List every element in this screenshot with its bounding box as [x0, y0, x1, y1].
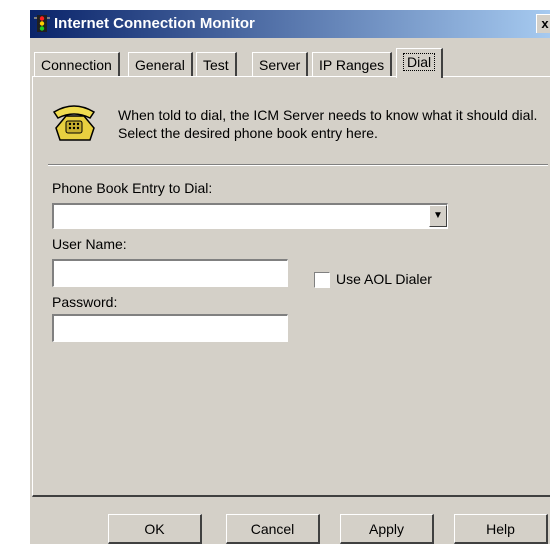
- title-bar[interactable]: Internet Connection Monitor x: [30, 10, 550, 38]
- tab-label: IP Ranges: [319, 57, 385, 73]
- tab-label: Test: [203, 57, 229, 73]
- tab-dial[interactable]: Dial: [396, 48, 444, 78]
- tab-label: Dial: [403, 53, 436, 71]
- dialog-window: Internet Connection Monitor x Connection…: [30, 10, 550, 544]
- tab-panel: [32, 76, 550, 497]
- close-button[interactable]: x: [536, 14, 550, 33]
- window-title: Internet Connection Monitor: [54, 15, 255, 32]
- tab-server[interactable]: Server: [252, 52, 309, 77]
- traffic-light-icon: [34, 15, 50, 32]
- tab-label: Server: [259, 57, 301, 73]
- help-button[interactable]: Help: [454, 514, 548, 544]
- tab-label: Connection: [41, 57, 112, 73]
- tab-general[interactable]: General: [128, 52, 193, 77]
- apply-button[interactable]: Apply: [340, 514, 434, 544]
- tab-label: General: [135, 57, 185, 73]
- ok-button[interactable]: OK: [108, 514, 202, 544]
- tab-test[interactable]: Test: [196, 52, 237, 77]
- cancel-button[interactable]: Cancel: [226, 514, 320, 544]
- tab-connection[interactable]: Connection: [34, 52, 120, 77]
- tab-ip-ranges[interactable]: IP Ranges: [312, 52, 393, 77]
